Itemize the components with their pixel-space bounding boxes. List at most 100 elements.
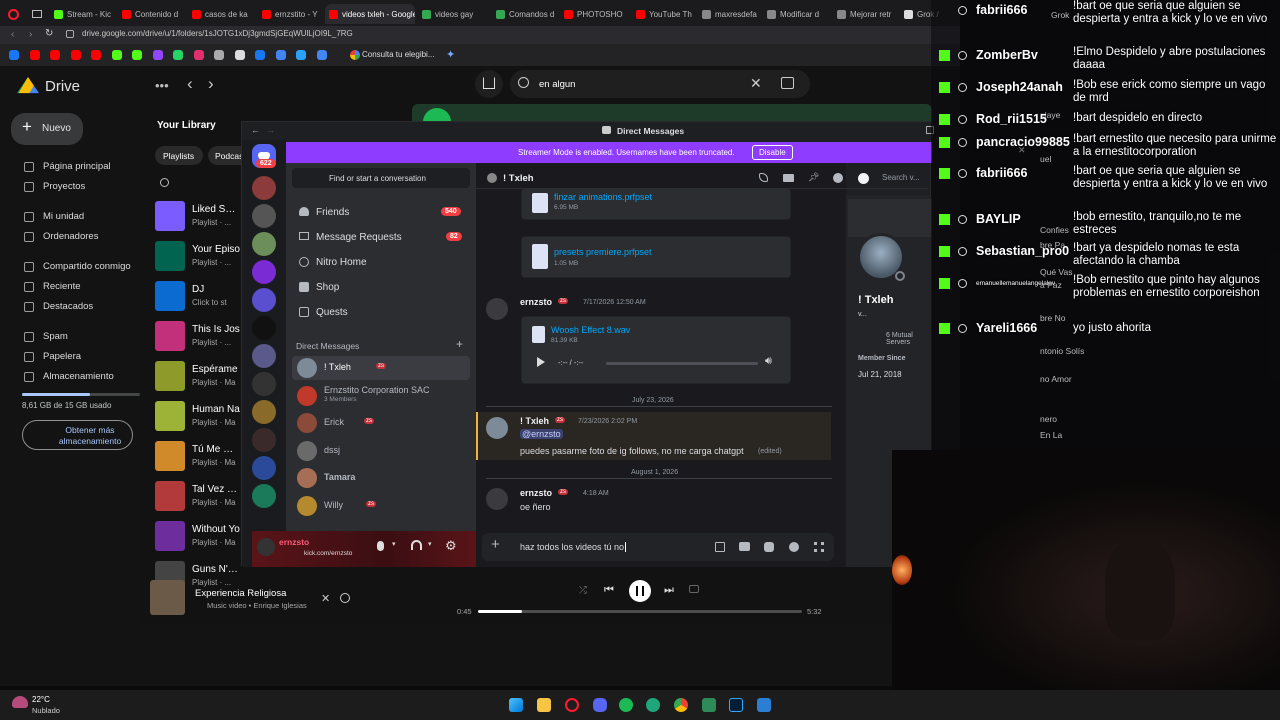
drive-nav-item[interactable]: Ordenadores xyxy=(43,231,98,242)
drive-nav-item[interactable]: Reciente xyxy=(43,281,81,292)
library-item[interactable]: DJ Click to st xyxy=(155,281,240,313)
bookmark-icon[interactable] xyxy=(255,50,265,60)
gif-icon[interactable] xyxy=(739,542,750,551)
nav-back-icon[interactable]: ‹ xyxy=(187,74,193,94)
bookmark-google-icon[interactable] xyxy=(350,50,360,60)
library-item[interactable]: Without Yo Playlist · Ma xyxy=(155,521,240,553)
library-item[interactable]: This Is Jos Playlist · ... xyxy=(155,321,240,353)
browser-tab[interactable]: maxresdefa xyxy=(698,4,760,24)
drive-nav-item[interactable]: Destacados xyxy=(43,301,93,312)
bookmark-icon[interactable] xyxy=(111,50,122,60)
app-blue-icon[interactable] xyxy=(757,698,771,712)
browser-tab[interactable]: videos txleh - Google xyxy=(325,4,415,24)
bookmark-icon[interactable] xyxy=(50,50,60,60)
headphones-icon[interactable] xyxy=(411,540,422,550)
drive-nav-item[interactable]: Spam xyxy=(43,331,68,342)
dm-name[interactable]: Erick xyxy=(324,417,344,427)
bookmark-icon[interactable] xyxy=(152,50,163,60)
settings-icon[interactable]: ⚙ xyxy=(445,538,457,554)
nav-forward-icon[interactable]: › xyxy=(208,74,214,94)
dm-name[interactable]: dssj xyxy=(324,445,340,455)
bookmark-icon[interactable] xyxy=(234,50,245,60)
dm-avatar[interactable] xyxy=(297,413,317,433)
bookmark-icon[interactable] xyxy=(91,50,101,60)
library-item[interactable]: Tú Me Que Playlist · Ma xyxy=(155,441,240,473)
audio-seek-bar[interactable] xyxy=(606,362,758,365)
bookmark-label[interactable]: Consulta tu elegibi... xyxy=(362,50,435,59)
bookmark-icon[interactable] xyxy=(316,50,327,60)
dm-name[interactable]: Tamara xyxy=(324,472,355,482)
server-icon[interactable] xyxy=(252,400,276,424)
app-green-icon[interactable] xyxy=(702,698,716,712)
composer-value[interactable]: haz todos los videos tú no xyxy=(520,542,627,552)
file-name[interactable]: finzar animations.prfpset xyxy=(554,192,652,202)
gift-icon[interactable] xyxy=(715,542,725,552)
headphone-options-icon[interactable]: ▾ xyxy=(428,540,432,548)
url-input[interactable]: drive.google.com/drive/u/1/folders/1sJOT… xyxy=(82,29,353,38)
bookmark-icon[interactable] xyxy=(275,50,286,60)
audio-name[interactable]: Woosh Effect 8.wav xyxy=(551,325,630,335)
server-icon[interactable] xyxy=(252,288,276,312)
explorer-icon[interactable] xyxy=(537,698,551,712)
browser-tab[interactable]: YouTube Th xyxy=(632,4,694,24)
titlebar-back-icon[interactable]: ← xyxy=(251,125,260,135)
browser-logo-icon[interactable] xyxy=(8,9,19,20)
browser-tab[interactable]: Contenido d xyxy=(118,4,184,24)
bookmark-icon[interactable] xyxy=(173,50,183,60)
previous-icon[interactable]: ⏮ xyxy=(604,584,614,597)
server-icon[interactable] xyxy=(252,372,276,396)
message-author[interactable]: ernzsto xyxy=(520,488,552,498)
discord-taskbar-icon[interactable] xyxy=(593,698,607,712)
bookmark-icon[interactable] xyxy=(9,50,19,60)
server-icon[interactable] xyxy=(252,316,276,340)
library-item[interactable]: Liked Song Playlist · ... xyxy=(155,201,240,233)
dm-avatar[interactable] xyxy=(297,495,317,516)
bookmark-icon[interactable] xyxy=(296,50,306,60)
drive-nav-item[interactable]: Papelera xyxy=(43,351,81,362)
message-author[interactable]: ernzsto xyxy=(520,297,552,307)
drive-nav-item[interactable]: Proyectos xyxy=(43,181,85,192)
browser-tab[interactable]: ernzstito - Y xyxy=(258,4,321,24)
dm-name[interactable]: Ernzstito Corporation SAC xyxy=(324,385,430,395)
close-now-playing-icon[interactable]: ✕ xyxy=(321,592,330,605)
bookmark-icon[interactable] xyxy=(214,50,224,60)
pin-icon[interactable]: 📌︎ xyxy=(808,172,819,183)
spotify-taskbar-icon[interactable] xyxy=(619,698,633,712)
browser-tab[interactable]: Stream - Kic xyxy=(50,4,114,24)
browser-tab[interactable]: videos gay xyxy=(418,4,488,24)
mutual-servers[interactable]: 6 Mutual Servers xyxy=(886,332,930,346)
tab-overview-icon[interactable] xyxy=(32,10,42,18)
volume-icon[interactable]: 🔊︎ xyxy=(765,355,772,368)
emoji-icon[interactable] xyxy=(789,542,799,552)
server-icon[interactable] xyxy=(252,484,276,508)
nav-nitro[interactable]: Nitro Home xyxy=(316,257,367,268)
dm-avatar[interactable] xyxy=(297,358,317,378)
dm-avatar[interactable] xyxy=(297,440,317,461)
sticker-icon[interactable] xyxy=(764,542,774,552)
site-info-icon[interactable] xyxy=(66,30,74,38)
photoshop-icon[interactable] xyxy=(729,698,743,712)
dm-avatar[interactable] xyxy=(297,385,317,406)
forward-icon[interactable]: › xyxy=(29,29,32,40)
repeat-icon[interactable] xyxy=(689,585,699,593)
author-avatar[interactable] xyxy=(486,298,508,320)
nav-quests[interactable]: Quests xyxy=(316,307,348,318)
weather-icon[interactable] xyxy=(12,696,28,708)
server-icon[interactable] xyxy=(252,204,276,228)
file-attachment[interactable] xyxy=(521,236,791,278)
self-name[interactable]: ernzsto xyxy=(279,537,309,547)
author-avatar[interactable] xyxy=(486,488,508,510)
dm-avatar[interactable] xyxy=(297,468,317,488)
bookmark-icon[interactable] xyxy=(132,50,142,60)
shuffle-icon[interactable]: ⤮ xyxy=(579,585,587,596)
library-item[interactable]: Your Episo Playlist · ... xyxy=(155,241,240,273)
browser-tab[interactable]: Mejorar retr xyxy=(833,4,897,24)
profile-toggle-icon[interactable] xyxy=(858,173,869,184)
server-icon[interactable] xyxy=(252,456,276,480)
drive-nav-item[interactable]: Página principal xyxy=(43,161,111,172)
mic-icon[interactable] xyxy=(377,541,384,551)
add-to-library-icon[interactable] xyxy=(340,593,350,603)
author-avatar[interactable] xyxy=(486,417,508,439)
bookmark-icon[interactable] xyxy=(29,50,40,60)
next-icon[interactable]: ⏭ xyxy=(664,584,674,597)
